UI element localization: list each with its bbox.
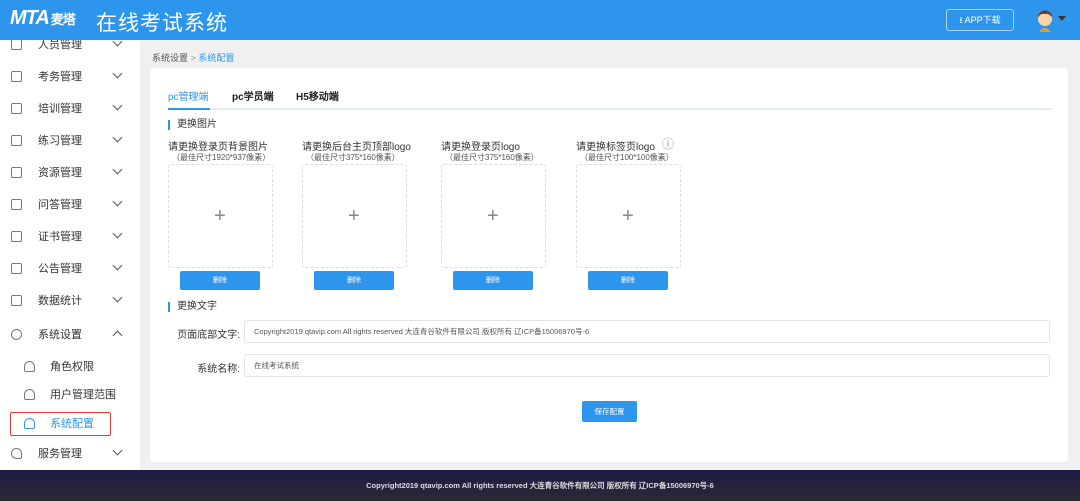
app-download-button[interactable]: ⭳ APP下载 [946,9,1014,31]
sidebar: 人员管理 考务管理 培训管理 练习管理 资源管理 问答管理 证书管理 公告管理 … [0,40,140,470]
footer-text-input[interactable]: Copyright2019 qtavip.com All rights rese… [244,320,1050,343]
tab-bar: pc管理端 pc学员端 H5移动端 [168,88,1052,110]
breadcrumb-separator: > [190,53,196,63]
heart-icon [11,447,22,459]
chevron-down-icon [112,445,123,456]
upload-box-login-bg[interactable]: + [168,164,273,268]
save-config-button[interactable]: 保存配置 [582,401,637,422]
logo-cn: 麦塔 [50,12,76,27]
upload-title: 请更换登录页背景图片 [168,142,268,153]
sidebar-item-resources[interactable]: 资源管理 [0,156,140,188]
chevron-down-icon [112,196,123,207]
user-icon [24,388,35,400]
sidebar-label: 人员管理 [38,40,82,51]
upload-hint: （最佳尺寸375*160像素） [445,153,539,162]
chevron-down-icon [112,68,123,79]
active-tab-indicator [168,108,210,110]
upload-box-login-logo[interactable]: + [441,164,546,268]
delete-button[interactable]: 删除 [588,271,668,290]
upload-hint: （最佳尺寸1920*937像素） [172,153,271,162]
sidebar-label: 证书管理 [38,231,82,243]
section-title-images: 更换图片 [168,120,217,130]
sidebar-item-services[interactable]: 服务管理 [0,437,140,469]
sidebar-label: 练习管理 [38,135,82,147]
user-icon [24,360,35,372]
announcement-icon [11,262,22,274]
sidebar-label: 服务管理 [38,448,82,460]
sidebar-label: 系统设置 [38,329,82,341]
chevron-down-icon [112,228,123,239]
chart-icon [11,294,22,306]
plus-icon: + [214,205,226,227]
sidebar-label: 数据统计 [38,295,82,307]
breadcrumb-parent[interactable]: 系统设置 [152,53,188,63]
delete-button[interactable]: 删除 [453,271,533,290]
sidebar-label: 问答管理 [38,199,82,211]
sidebar-item-exam[interactable]: 考务管理 [0,60,140,92]
sidebar-label: 资源管理 [38,167,82,179]
sidebar-label: 培训管理 [38,103,82,115]
upload-box-favicon[interactable]: + [576,164,681,268]
sidebar-item-personnel[interactable]: 人员管理 [0,40,140,60]
upload-hint: （最佳尺寸100*100像素） [580,153,674,162]
chevron-down-icon [112,260,123,271]
sidebar-subitem-user-scope[interactable]: 用户管理范围 [0,378,140,410]
shield-icon [11,328,22,340]
app-title: 在线考试系统 [96,12,228,35]
exam-icon [11,70,22,82]
chevron-down-icon [112,292,123,303]
chevron-down-icon [112,132,123,143]
delete-button[interactable]: 删除 [180,271,260,290]
user-icon [11,40,22,50]
book-icon [11,102,22,114]
certificate-icon [11,230,22,242]
user-menu-caret-icon[interactable] [1058,16,1066,21]
upload-title: 请更换标签页logo [576,142,655,153]
tab-pc-student[interactable]: pc学员端 [232,88,274,103]
info-icon[interactable]: ⓘ [662,135,674,152]
chat-icon [11,198,22,210]
resource-icon [11,166,22,178]
sidebar-item-announcements[interactable]: 公告管理 [0,252,140,284]
chevron-down-icon [112,100,123,111]
plus-icon: + [487,205,499,227]
system-name-input[interactable]: 在线考试系统 [244,354,1050,377]
plus-icon: + [622,205,634,227]
sidebar-label: 公告管理 [38,263,82,275]
delete-button[interactable]: 删除 [314,271,394,290]
breadcrumb-current: 系统配置 [198,53,235,63]
sidebar-label: 用户管理范围 [50,389,116,401]
chevron-down-icon [112,40,123,47]
chevron-down-icon [112,164,123,175]
breadcrumb: 系统设置 > 系统配置 [152,51,234,64]
upload-box-admin-logo[interactable]: + [302,164,407,268]
sidebar-item-training[interactable]: 培训管理 [0,92,140,124]
page-footer: Copyright2019 qtavip.com All rights rese… [0,470,1080,501]
logo: MTA 麦塔 [10,7,76,30]
upload-title: 请更换后台主页顶部logo [302,142,411,153]
sidebar-item-statistics[interactable]: 数据统计 [0,284,140,316]
sidebar-item-settings[interactable]: 系统设置 [0,318,140,350]
highlight-box [10,412,111,436]
sidebar-item-certificates[interactable]: 证书管理 [0,220,140,252]
section-title-text: 更换文字 [168,302,217,312]
upload-title: 请更换登录页logo [441,142,520,153]
chevron-up-icon [112,330,123,341]
tab-pc-admin[interactable]: pc管理端 [168,88,209,103]
logo-text: MTA [10,7,50,29]
tab-h5-mobile[interactable]: H5移动端 [296,88,339,103]
config-card: pc管理端 pc学员端 H5移动端 更换图片 请更换登录页背景图片 （最佳尺寸1… [150,68,1068,462]
app-download-label: APP下载 [964,15,1001,25]
edit-icon [11,134,22,146]
sidebar-label: 角色权限 [50,361,94,373]
plus-icon: + [348,205,360,227]
user-avatar[interactable] [1034,8,1056,32]
footer-text-label: 页面底部文字: [177,330,240,341]
sidebar-item-practice[interactable]: 练习管理 [0,124,140,156]
system-name-label: 系统名称: [197,364,240,375]
sidebar-label: 考务管理 [38,71,82,83]
sidebar-item-qa[interactable]: 问答管理 [0,188,140,220]
top-header: MTA 麦塔 在线考试系统 ⭳ APP下载 [0,0,1080,40]
upload-hint: （最佳尺寸375*160像素） [306,153,400,162]
